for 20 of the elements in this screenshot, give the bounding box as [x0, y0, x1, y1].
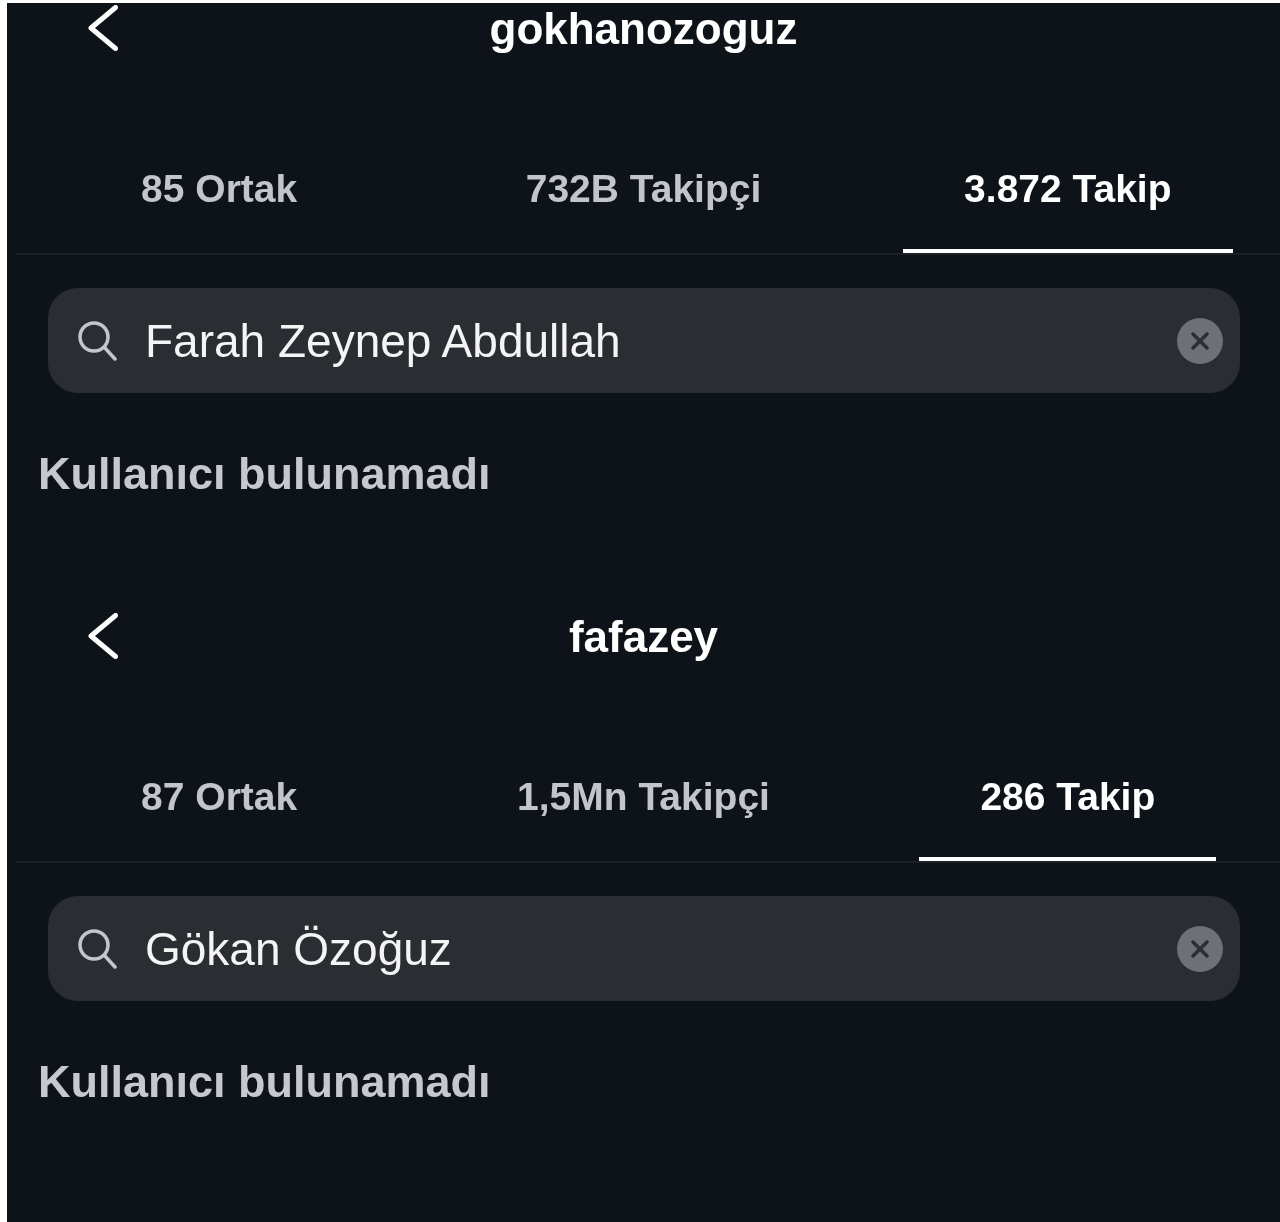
search-bar[interactable]: Gökan Özoğuz: [48, 896, 1240, 1001]
tab[interactable]: 85 Ortak: [80, 165, 359, 253]
tab[interactable]: 3.872 Takip: [903, 165, 1233, 253]
no-results-message: Kullanıcı bulunamadı: [38, 449, 491, 499]
clear-icon[interactable]: [1177, 317, 1223, 364]
profile-title: gokhanozoguz: [489, 6, 798, 52]
chevron-left-icon[interactable]: [88, 613, 118, 659]
no-results-message: Kullanıcı bulunamadı: [38, 1057, 491, 1107]
chevron-left-icon[interactable]: [88, 5, 118, 51]
search-bar[interactable]: Farah Zeynep Abdullah: [48, 288, 1240, 393]
profile-title: fafazey: [568, 614, 719, 660]
search-input[interactable]: Farah Zeynep Abdullah: [145, 312, 1157, 369]
tab[interactable]: 1,5Mn Takipçi: [456, 773, 831, 861]
tab[interactable]: 732B Takipçi: [464, 165, 823, 253]
tab[interactable]: 87 Ortak: [80, 773, 359, 861]
clear-icon[interactable]: [1177, 925, 1223, 972]
search-icon: [78, 320, 117, 361]
tab[interactable]: 286 Takip: [919, 773, 1217, 861]
search-icon: [78, 928, 117, 969]
search-input[interactable]: Gökan Özoğuz: [145, 920, 1157, 977]
